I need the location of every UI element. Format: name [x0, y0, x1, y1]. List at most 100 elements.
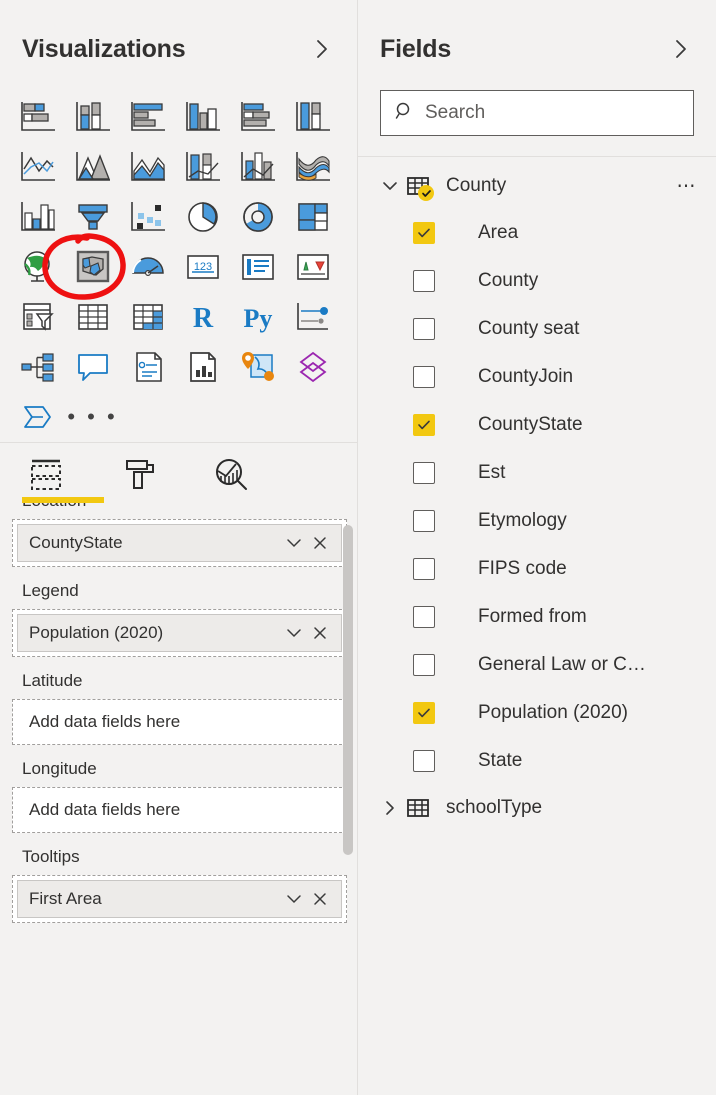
viz-scatter-chart[interactable] — [120, 192, 175, 242]
viz-pie-chart[interactable] — [175, 192, 230, 242]
viz-gauge[interactable] — [120, 242, 175, 292]
viz-waterfall-chart[interactable] — [10, 192, 65, 242]
viz-line-and-stacked-column-chart[interactable] — [175, 142, 230, 192]
chevron-right-icon[interactable] — [668, 36, 694, 62]
field-checkbox[interactable] — [413, 318, 435, 340]
field-checkbox[interactable] — [413, 414, 435, 436]
well-latitude[interactable]: Add data fields here — [12, 699, 347, 745]
ellipsis-icon[interactable]: ⋯ — [677, 175, 699, 198]
well-location[interactable]: CountyState — [12, 519, 347, 567]
viz-paginated-report[interactable] — [175, 342, 230, 392]
field-row-population-2020[interactable]: Population (2020) — [358, 689, 716, 737]
viz-slicer[interactable] — [10, 292, 65, 342]
viz-python-script[interactable]: Py — [230, 292, 285, 342]
field-row-area[interactable]: Area — [358, 209, 716, 257]
well-tooltips[interactable]: First Area — [12, 875, 347, 923]
viz-treemap[interactable] — [285, 192, 340, 242]
chevron-right-icon[interactable] — [380, 798, 406, 818]
field-checkbox[interactable] — [413, 366, 435, 388]
viz-multi-row-card[interactable] — [230, 242, 285, 292]
well-chip-countystate[interactable]: CountyState — [17, 524, 342, 562]
viz-line-and-clustered-column-chart[interactable] — [230, 142, 285, 192]
viz-r-script[interactable]: R — [175, 292, 230, 342]
viz-qna[interactable] — [65, 342, 120, 392]
chevron-right-icon[interactable] — [309, 36, 335, 62]
field-wells-scrollbar[interactable] — [343, 525, 353, 855]
search-input[interactable] — [425, 102, 693, 124]
viz-ribbon-chart[interactable] — [285, 142, 340, 192]
search-box[interactable] — [380, 90, 694, 136]
chevron-down-icon[interactable] — [380, 176, 406, 196]
field-row-est[interactable]: Est — [358, 449, 716, 497]
chevron-down-icon[interactable] — [281, 530, 307, 556]
field-checkbox[interactable] — [413, 462, 435, 484]
table-row-schooltype[interactable]: schoolType — [358, 785, 716, 831]
field-row-county[interactable]: County — [358, 257, 716, 305]
chip-label: First Area — [29, 889, 102, 908]
field-checkbox[interactable] — [413, 750, 435, 772]
fields-pane: Fields Search County ⋯ Area County Count… — [358, 0, 716, 1095]
chevron-down-icon[interactable] — [281, 620, 307, 646]
viz-key-influencers[interactable] — [285, 292, 340, 342]
table-grid-icon — [406, 796, 440, 820]
chevron-down-icon[interactable] — [281, 886, 307, 912]
viz-filled-map[interactable] — [65, 242, 120, 292]
tab-fields[interactable] — [28, 458, 68, 492]
field-row-etymology[interactable]: Etymology — [358, 497, 716, 545]
viz-kpi[interactable] — [285, 242, 340, 292]
field-label: County — [478, 270, 539, 291]
viz-more-visuals[interactable]: • • • — [65, 392, 120, 442]
viz-clustered-column-chart[interactable] — [175, 92, 230, 142]
fields-search-wrap — [358, 90, 716, 136]
field-row-fips-code[interactable]: FIPS code — [358, 545, 716, 593]
viz-smart-narrative[interactable] — [120, 342, 175, 392]
field-label: County seat — [478, 318, 580, 339]
viz-map[interactable] — [10, 242, 65, 292]
viz-100-stacked-bar-chart[interactable] — [230, 92, 285, 142]
viz-100-stacked-column-chart[interactable] — [285, 92, 340, 142]
tab-analytics[interactable] — [214, 458, 248, 492]
viz-donut-chart[interactable] — [230, 192, 285, 242]
tab-format[interactable] — [124, 458, 158, 492]
field-row-general-law-or-charter[interactable]: General Law or C… — [358, 641, 716, 689]
well-chip-first-area[interactable]: First Area — [17, 880, 342, 918]
field-row-formed-from[interactable]: Formed from — [358, 593, 716, 641]
field-checkbox[interactable] — [413, 270, 435, 292]
close-x-icon[interactable] — [307, 530, 333, 556]
well-chip-population-2020[interactable]: Population (2020) — [17, 614, 342, 652]
viz-table[interactable] — [65, 292, 120, 342]
viz-matrix[interactable] — [120, 292, 175, 342]
well-legend[interactable]: Population (2020) — [12, 609, 347, 657]
field-checkbox[interactable] — [413, 558, 435, 580]
ellipsis-icon: • • • — [67, 404, 118, 429]
field-row-county-seat[interactable]: County seat — [358, 305, 716, 353]
table-name: schoolType — [446, 797, 543, 818]
viz-clustered-bar-chart[interactable] — [120, 92, 175, 142]
field-checkbox[interactable] — [413, 510, 435, 532]
close-x-icon[interactable] — [307, 620, 333, 646]
viz-card[interactable]: 123 — [175, 242, 230, 292]
viz-power-automate[interactable] — [10, 392, 65, 442]
viz-decomposition-tree[interactable] — [10, 342, 65, 392]
viz-power-apps[interactable] — [285, 342, 340, 392]
field-row-countystate[interactable]: CountyState — [358, 401, 716, 449]
well-longitude[interactable]: Add data fields here — [12, 787, 347, 833]
field-row-countyjoin[interactable]: CountyJoin — [358, 353, 716, 401]
r-glyph: R — [192, 303, 213, 334]
viz-stacked-column-chart[interactable] — [65, 92, 120, 142]
svg-text:123: 123 — [193, 261, 211, 273]
viz-azure-map[interactable] — [230, 342, 285, 392]
viz-line-chart[interactable] — [10, 142, 65, 192]
field-checkbox[interactable] — [413, 702, 435, 724]
field-checkbox[interactable] — [413, 654, 435, 676]
field-row-state[interactable]: State — [358, 737, 716, 785]
table-row-county[interactable]: County ⋯ — [358, 163, 716, 209]
viz-stacked-bar-chart[interactable] — [10, 92, 65, 142]
search-icon — [395, 101, 415, 126]
close-x-icon[interactable] — [307, 886, 333, 912]
field-checkbox[interactable] — [413, 606, 435, 628]
field-checkbox[interactable] — [413, 222, 435, 244]
viz-stacked-area-chart[interactable] — [120, 142, 175, 192]
viz-funnel-chart[interactable] — [65, 192, 120, 242]
viz-area-chart[interactable] — [65, 142, 120, 192]
